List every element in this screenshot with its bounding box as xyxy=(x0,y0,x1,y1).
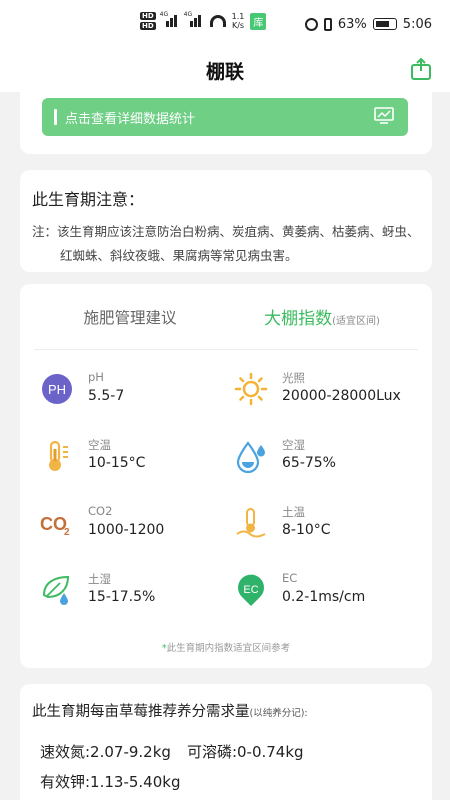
index-value: 5.5-7 xyxy=(88,388,125,404)
status-bar: HD HD 4G 4G 1.1 K/s 库 63% 5:06 xyxy=(0,0,450,48)
wifi-icon xyxy=(209,15,226,27)
svg-text:CO: CO xyxy=(40,514,67,534)
signal-icon: 4G xyxy=(160,11,180,27)
phosphorus-value: 可溶磷:0-0.74kg xyxy=(186,743,304,761)
stats-card: 点击查看详细数据统计 xyxy=(20,92,432,154)
chart-monitor-icon xyxy=(374,107,394,124)
network-speed: 1.1 K/s xyxy=(231,12,245,30)
nitrogen-value: 速效氮:2.07-9.2kg xyxy=(40,743,171,761)
index-item-light: 光照 20000-28000Lux xyxy=(218,366,408,416)
hd-badges: HD HD xyxy=(140,12,156,30)
soil-temperature-icon xyxy=(236,508,266,538)
water-drop-icon xyxy=(236,441,265,473)
index-label: 空温 xyxy=(88,438,111,452)
index-label: 土湿 xyxy=(88,572,111,586)
svg-text:EC: EC xyxy=(243,584,258,596)
notice-card: 此生育期注意： 注：该生育期应该注意防治白粉病、炭疽病、黄萎病、枯萎病、蚜虫、红… xyxy=(20,170,432,272)
index-card: 施肥管理建议 大棚指数(适宜区间) PH pH 5.5-7 光照 20000-2… xyxy=(20,284,432,668)
nutrient-title: 此生育期每亩草莓推荐养分需求量(以纯养分记): xyxy=(32,704,308,720)
leaf-moisture-icon xyxy=(42,575,70,605)
nutrient-card: 此生育期每亩草莓推荐养分需求量(以纯养分记): 速效氮:2.07-9.2kg 可溶… xyxy=(20,684,432,800)
index-value: 15-17.5% xyxy=(88,589,156,605)
index-label: CO2 xyxy=(88,504,113,518)
index-value: 20000-28000Lux xyxy=(282,388,401,404)
clock: 5:06 xyxy=(402,16,432,32)
index-value: 1000-1200 xyxy=(88,522,165,538)
index-value: 65-75% xyxy=(282,455,336,471)
alarm-icon xyxy=(304,17,318,31)
notice-text: 注：该生育期应该注意防治白粉病、炭疽病、黄萎病、枯萎病、蚜虫、红蜘蛛、斜纹夜蛾、… xyxy=(32,224,420,263)
index-label: 空湿 xyxy=(282,438,305,452)
status-left: HD HD 4G 4G 1.1 K/s 库 xyxy=(140,11,267,30)
index-label: EC xyxy=(282,571,298,585)
page-title: 棚联 xyxy=(205,60,244,83)
index-value: 0.2-1ms/cm xyxy=(282,589,366,605)
sun-icon xyxy=(234,372,268,406)
index-label: 土温 xyxy=(282,505,305,519)
index-value: 10-15°C xyxy=(88,455,146,471)
tab-bar: 施肥管理建议 大棚指数(适宜区间) xyxy=(34,284,418,350)
svg-text:PH: PH xyxy=(48,382,66,397)
co2-icon: CO 2 xyxy=(40,514,70,538)
svg-text:2: 2 xyxy=(64,527,70,538)
nutrient-row: 有效钾:1.13-5.40kg xyxy=(32,767,420,797)
status-right: 63% 5:06 xyxy=(304,16,432,32)
signal-icon: 4G xyxy=(184,11,204,27)
index-item-co2: CO 2 CO2 1000-1200 xyxy=(24,500,214,550)
index-item-air-humidity: 空湿 65-75% xyxy=(218,433,408,483)
tab-greenhouse-index[interactable]: 大棚指数(适宜区间) xyxy=(226,304,418,329)
index-item-ec: EC EC 0.2-1ms/cm xyxy=(218,567,408,617)
battery-icon xyxy=(372,18,397,30)
tab-greenhouse-label: 大棚指数 xyxy=(264,309,333,329)
tab-fertilizer[interactable]: 施肥管理建议 xyxy=(34,306,226,328)
vibrate-icon xyxy=(323,17,332,31)
index-item-air-temp: 空温 10-15°C xyxy=(24,433,214,483)
app-badge: 库 xyxy=(250,12,267,30)
index-label: 光照 xyxy=(282,371,305,385)
index-item-ph: PH pH 5.5-7 xyxy=(24,366,214,416)
stats-button-label: 点击查看详细数据统计 xyxy=(65,111,196,127)
tab-greenhouse-sub: (适宜区间) xyxy=(332,316,380,327)
nutrient-row: 速效氮:2.07-9.2kg 可溶磷:0-0.74kg xyxy=(32,737,420,767)
accent-bar xyxy=(54,109,57,125)
title-bar: 棚联 xyxy=(0,48,450,92)
index-item-soil-humidity: 土湿 15-17.5% xyxy=(24,567,214,617)
hd-badge: HD xyxy=(140,12,156,20)
potassium-value: 有效钾:1.13-5.40kg xyxy=(40,773,181,791)
index-item-soil-temp: 土温 8-10°C xyxy=(218,500,408,550)
notice-title: 此生育期注意： xyxy=(32,190,145,209)
index-label: pH xyxy=(88,370,104,384)
thermometer-icon xyxy=(49,440,68,471)
battery-percent: 63% xyxy=(337,16,367,32)
ec-icon: EC xyxy=(238,574,264,606)
ph-icon: PH xyxy=(42,374,72,404)
hd-badge: HD xyxy=(140,22,156,30)
index-footnote: *此生育期内指数适宜区间参考 xyxy=(161,643,291,654)
view-stats-button[interactable]: 点击查看详细数据统计 xyxy=(42,98,408,136)
index-value: 8-10°C xyxy=(282,522,331,538)
share-icon[interactable] xyxy=(408,56,434,82)
